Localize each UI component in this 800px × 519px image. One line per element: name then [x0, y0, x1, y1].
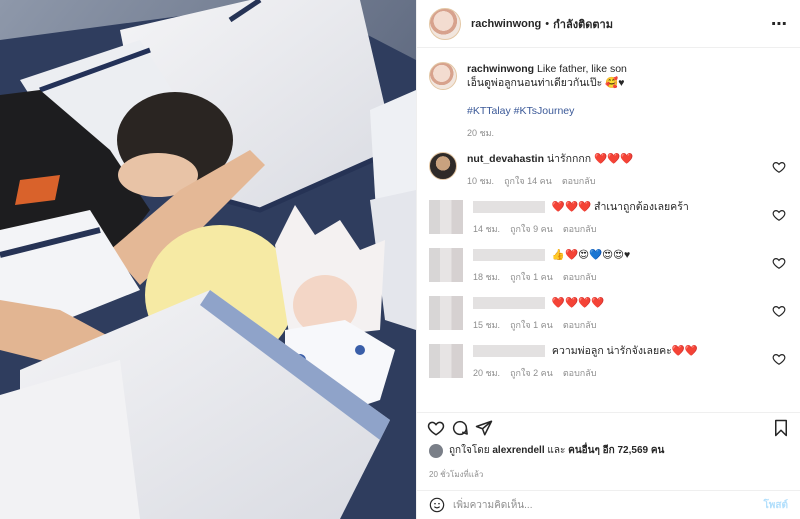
bookmark-icon[interactable] [772, 419, 790, 437]
comment-avatar[interactable] [429, 200, 463, 234]
comment-likes[interactable]: ถูกใจ 1 คน [510, 270, 553, 284]
comment-time: 14 ชม. [473, 224, 501, 234]
likes-prefix: ถูกใจโดย [449, 445, 490, 456]
comment-username[interactable] [473, 297, 545, 310]
posted-time: 20 ชั่วโมงที่แล้ว [429, 470, 484, 479]
comment-likes[interactable]: ถูกใจ 9 คน [510, 222, 553, 236]
likes-count[interactable]: คนอื่นๆ อีก 72,569 คน [568, 443, 664, 458]
comment-likes[interactable]: ถูกใจ 2 คน [510, 366, 553, 380]
add-comment-bar: เพิ่มความคิดเห็น... โพสต์ [417, 490, 800, 519]
comment-row: ❤️❤️❤️❤️ 15 ชม. ถูกใจ 1 คน ตอบกลับ [429, 296, 788, 332]
comment-text: 👍❤️😍💙😍😍♥ [551, 249, 631, 261]
author-username[interactable]: rachwinwong [471, 18, 541, 30]
comment-username[interactable] [473, 249, 545, 262]
reply-button[interactable]: ตอบกลับ [563, 270, 597, 284]
comment-username[interactable] [473, 201, 545, 214]
comment-time: 20 ชม. [473, 368, 501, 378]
comment-username[interactable] [473, 345, 545, 358]
comment-row: ❤️❤️❤️ สำเนาถูกต้องเลยคร้า 14 ชม. ถูกใจ … [429, 200, 788, 236]
heart-icon[interactable] [427, 419, 445, 437]
comment-row: 👍❤️😍💙😍😍♥ 18 ชม. ถูกใจ 1 คน ตอบกลับ [429, 248, 788, 284]
caption-username[interactable]: rachwinwong [467, 63, 534, 75]
comment-text: ❤️❤️❤️❤️ [551, 297, 605, 309]
reply-button[interactable]: ตอบกลับ [563, 222, 597, 236]
caption-text: Like father, like son [537, 63, 627, 75]
liker-username[interactable]: alexrendell [492, 445, 544, 456]
comment-time: 18 ชม. [473, 272, 501, 282]
heart-icon[interactable] [772, 304, 786, 318]
heart-icon[interactable] [772, 208, 786, 222]
comment-likes[interactable]: ถูกใจ 14 คน [504, 174, 552, 188]
header-separator: • [545, 17, 550, 30]
share-icon[interactable] [475, 419, 493, 437]
post-photo[interactable] [0, 0, 416, 519]
liker-avatar[interactable] [429, 443, 443, 458]
likes-middle: และ [547, 445, 566, 456]
post-panel: rachwinwong • กำลังติดตาม ⋯ rachwinwong … [416, 0, 800, 519]
comment-time: 15 ชม. [473, 320, 501, 330]
caption-time: 20 ชม. [467, 128, 495, 138]
reply-button[interactable]: ตอบกลับ [563, 366, 597, 380]
comments-list[interactable]: rachwinwong Like father, like son เอ็นดู… [417, 48, 800, 412]
action-bar [417, 412, 800, 442]
comment-time: 10 ชม. [467, 176, 495, 186]
post-header: rachwinwong • กำลังติดตาม ⋯ [417, 0, 800, 48]
heart-icon[interactable] [772, 352, 786, 366]
more-horizontal-icon[interactable]: ⋯ [771, 14, 788, 34]
comment-avatar[interactable] [429, 152, 457, 180]
comment-input[interactable]: เพิ่มความคิดเห็น... [453, 498, 763, 513]
comment-avatar[interactable] [429, 296, 463, 330]
comment-text: ความพ่อลูก น่ารักจังเลยคะ❤️❤️ [551, 345, 698, 357]
emoji-icon[interactable] [429, 497, 445, 513]
post-image [0, 0, 416, 519]
heart-icon[interactable] [772, 256, 786, 270]
comment-text: น่ารักกกก ❤️❤️❤️ [546, 153, 634, 165]
comment-icon[interactable] [451, 419, 469, 437]
caption-hashtags[interactable]: #KTTalay #KTsJourney [467, 105, 574, 117]
caption-line2: เอ็นดูพ่อลูกนอนท่าเดียวกันเป๊ะ 🥰♥ [467, 77, 625, 89]
heart-icon[interactable] [772, 160, 786, 174]
reply-button[interactable]: ตอบกลับ [563, 318, 597, 332]
author-avatar[interactable] [429, 7, 461, 40]
comment-row: nut_devahastin น่ารักกกก ❤️❤️❤️ 10 ชม. ถ… [429, 152, 788, 188]
comment-username[interactable]: nut_devahastin [467, 153, 544, 165]
comment-avatar[interactable] [429, 248, 463, 282]
following-status[interactable]: กำลังติดตาม [553, 15, 613, 33]
caption-avatar[interactable] [429, 62, 457, 90]
post-button[interactable]: โพสต์ [763, 498, 788, 513]
comment-row: ความพ่อลูก น่ารักจังเลยคะ❤️❤️ 20 ชม. ถูก… [429, 344, 788, 380]
comment-likes[interactable]: ถูกใจ 1 คน [510, 318, 553, 332]
reply-button[interactable]: ตอบกลับ [562, 174, 596, 188]
likes-summary: ถูกใจโดย alexrendell และ คนอื่นๆ อีก 72,… [429, 443, 788, 458]
comment-text: ❤️❤️❤️ สำเนาถูกต้องเลยคร้า [551, 201, 689, 213]
comment-avatar[interactable] [429, 344, 463, 378]
caption: rachwinwong Like father, like son เอ็นดู… [429, 62, 788, 140]
